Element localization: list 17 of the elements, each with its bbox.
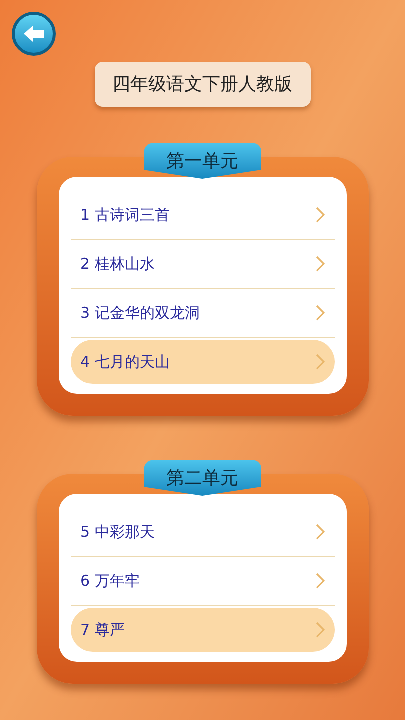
arrow-left-icon [23, 25, 45, 43]
chevron-right-icon [316, 573, 324, 589]
chevron-right-icon [316, 305, 324, 321]
chevron-right-icon [316, 524, 324, 540]
chevron-right-icon [316, 354, 324, 370]
chevron-right-icon [316, 622, 324, 638]
page-title: 四年级语文下册人教版 [94, 62, 310, 107]
back-button[interactable] [12, 12, 56, 56]
lesson-item[interactable]: 5 中彩那天 [70, 510, 334, 554]
lesson-item[interactable]: 2 桂林山水 [70, 242, 334, 286]
chevron-right-icon [316, 256, 324, 272]
lesson-item[interactable]: 1 古诗词三首 [70, 193, 334, 237]
lesson-item[interactable]: 3 记金华的双龙洞 [70, 291, 334, 335]
lesson-item[interactable]: 7 尊严 [70, 608, 334, 652]
lesson-item[interactable]: 6 万年牢 [70, 559, 334, 603]
lesson-item[interactable]: 4 七月的天山 [70, 340, 334, 384]
chevron-right-icon [316, 207, 324, 223]
